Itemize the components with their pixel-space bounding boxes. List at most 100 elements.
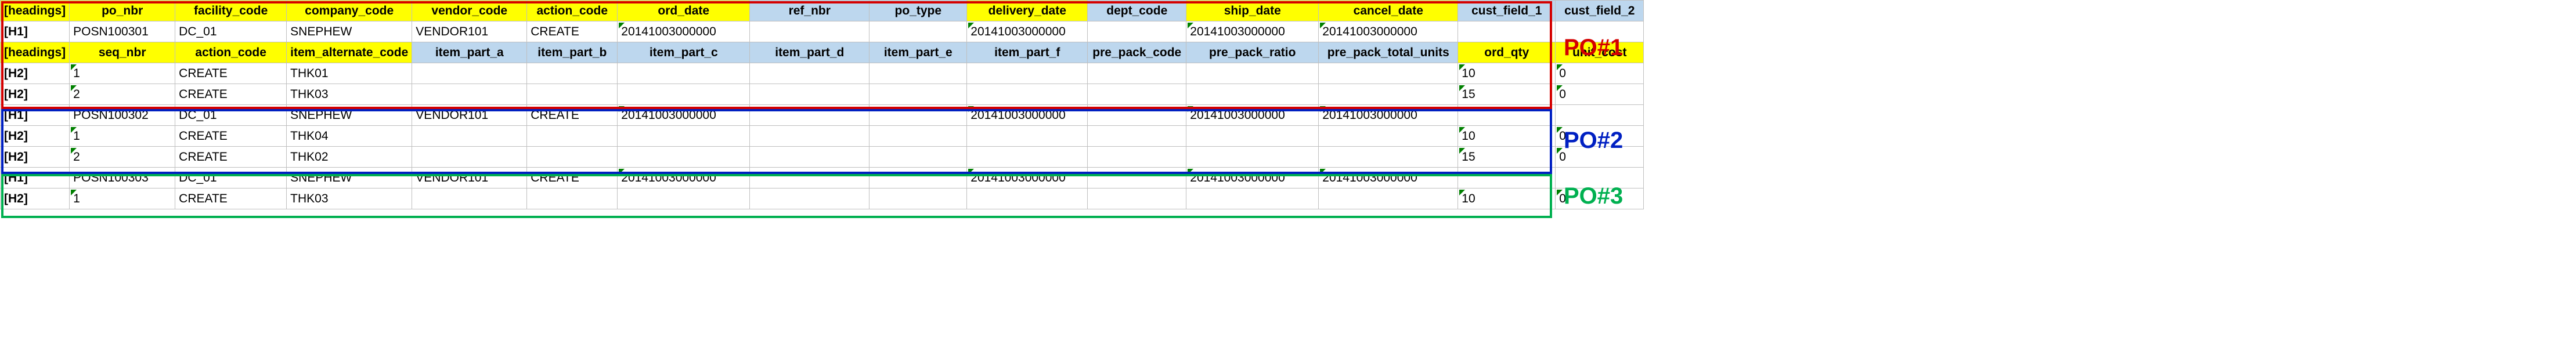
data-cell[interactable]: [H2] (1, 63, 70, 84)
data-cell[interactable] (870, 126, 967, 147)
data-cell[interactable]: 0 (1556, 63, 1644, 84)
data-cell[interactable] (870, 188, 967, 209)
data-cell[interactable]: 1 (70, 188, 175, 209)
data-cell[interactable] (1088, 63, 1186, 84)
data-cell[interactable]: VENDOR101 (412, 168, 527, 188)
data-cell[interactable] (1088, 168, 1186, 188)
data-cell[interactable] (750, 21, 870, 42)
data-cell[interactable] (412, 84, 527, 105)
data-cell[interactable]: CREATE (175, 63, 287, 84)
data-cell[interactable] (1186, 188, 1319, 209)
data-cell[interactable]: 10 (1458, 63, 1556, 84)
data-cell[interactable]: SNEPHEW (287, 21, 412, 42)
data-cell[interactable] (1088, 188, 1186, 209)
data-cell[interactable] (1088, 105, 1186, 126)
data-cell[interactable]: 2 (70, 84, 175, 105)
data-cell[interactable]: CREATE (175, 84, 287, 105)
data-cell[interactable]: CREATE (175, 126, 287, 147)
data-cell[interactable]: VENDOR101 (412, 21, 527, 42)
data-cell[interactable] (1458, 105, 1556, 126)
data-cell[interactable] (967, 63, 1088, 84)
data-cell[interactable]: 20141003000000 (967, 105, 1088, 126)
data-cell[interactable] (618, 84, 750, 105)
data-cell[interactable] (527, 147, 618, 168)
data-cell[interactable]: 15 (1458, 84, 1556, 105)
data-cell[interactable] (1319, 84, 1458, 105)
data-cell[interactable] (527, 188, 618, 209)
data-cell[interactable]: [H2] (1, 147, 70, 168)
data-cell[interactable] (412, 188, 527, 209)
data-cell[interactable]: 1 (70, 126, 175, 147)
data-cell[interactable] (870, 168, 967, 188)
data-cell[interactable]: 2 (70, 147, 175, 168)
data-cell[interactable] (967, 126, 1088, 147)
data-cell[interactable] (618, 126, 750, 147)
data-cell[interactable] (1088, 147, 1186, 168)
data-cell[interactable]: [H1] (1, 21, 70, 42)
data-cell[interactable] (527, 84, 618, 105)
data-cell[interactable] (750, 105, 870, 126)
data-cell[interactable] (750, 63, 870, 84)
data-cell[interactable]: 20141003000000 (1319, 21, 1458, 42)
data-cell[interactable]: POSN100301 (70, 21, 175, 42)
data-cell[interactable] (1556, 105, 1644, 126)
data-cell[interactable]: THK04 (287, 126, 412, 147)
data-cell[interactable]: [H2] (1, 84, 70, 105)
data-cell[interactable]: THK02 (287, 147, 412, 168)
data-cell[interactable]: THK03 (287, 188, 412, 209)
data-cell[interactable]: 0 (1556, 84, 1644, 105)
data-cell[interactable] (412, 126, 527, 147)
data-cell[interactable] (967, 147, 1088, 168)
data-cell[interactable]: SNEPHEW (287, 168, 412, 188)
data-cell[interactable] (1186, 84, 1319, 105)
data-cell[interactable]: 20141003000000 (618, 168, 750, 188)
data-cell[interactable]: CREATE (175, 147, 287, 168)
data-cell[interactable]: DC_01 (175, 105, 287, 126)
data-cell[interactable] (412, 63, 527, 84)
data-cell[interactable]: DC_01 (175, 168, 287, 188)
data-cell[interactable] (1186, 147, 1319, 168)
data-cell[interactable]: CREATE (527, 168, 618, 188)
data-cell[interactable]: [H1] (1, 105, 70, 126)
data-cell[interactable]: CREATE (527, 21, 618, 42)
data-cell[interactable]: 10 (1458, 126, 1556, 147)
data-cell[interactable] (618, 188, 750, 209)
data-cell[interactable]: 20141003000000 (1186, 21, 1319, 42)
data-cell[interactable] (870, 105, 967, 126)
data-cell[interactable]: CREATE (527, 105, 618, 126)
data-cell[interactable] (527, 63, 618, 84)
data-cell[interactable] (618, 147, 750, 168)
data-cell[interactable]: 15 (1458, 147, 1556, 168)
data-cell[interactable] (967, 84, 1088, 105)
data-cell[interactable]: [H2] (1, 188, 70, 209)
data-cell[interactable] (967, 188, 1088, 209)
data-cell[interactable] (618, 63, 750, 84)
data-cell[interactable]: 20141003000000 (1319, 105, 1458, 126)
data-cell[interactable]: VENDOR101 (412, 105, 527, 126)
data-cell[interactable]: 10 (1458, 188, 1556, 209)
data-cell[interactable] (1186, 63, 1319, 84)
data-cell[interactable] (412, 147, 527, 168)
data-cell[interactable] (1319, 63, 1458, 84)
data-cell[interactable]: 20141003000000 (618, 105, 750, 126)
data-cell[interactable] (870, 84, 967, 105)
data-cell[interactable] (1088, 126, 1186, 147)
data-cell[interactable]: 20141003000000 (1186, 105, 1319, 126)
data-cell[interactable]: [H2] (1, 126, 70, 147)
data-cell[interactable] (750, 168, 870, 188)
data-cell[interactable] (1186, 126, 1319, 147)
data-cell[interactable] (870, 21, 967, 42)
data-cell[interactable]: CREATE (175, 188, 287, 209)
data-cell[interactable] (527, 126, 618, 147)
data-cell[interactable] (1458, 168, 1556, 188)
data-cell[interactable] (1319, 147, 1458, 168)
data-cell[interactable]: THK01 (287, 63, 412, 84)
data-cell[interactable] (1319, 126, 1458, 147)
data-cell[interactable] (750, 188, 870, 209)
data-cell[interactable] (1319, 188, 1458, 209)
data-cell[interactable]: 20141003000000 (618, 21, 750, 42)
data-cell[interactable]: THK03 (287, 84, 412, 105)
data-cell[interactable]: DC_01 (175, 21, 287, 42)
data-cell[interactable] (870, 147, 967, 168)
data-cell[interactable]: 1 (70, 63, 175, 84)
